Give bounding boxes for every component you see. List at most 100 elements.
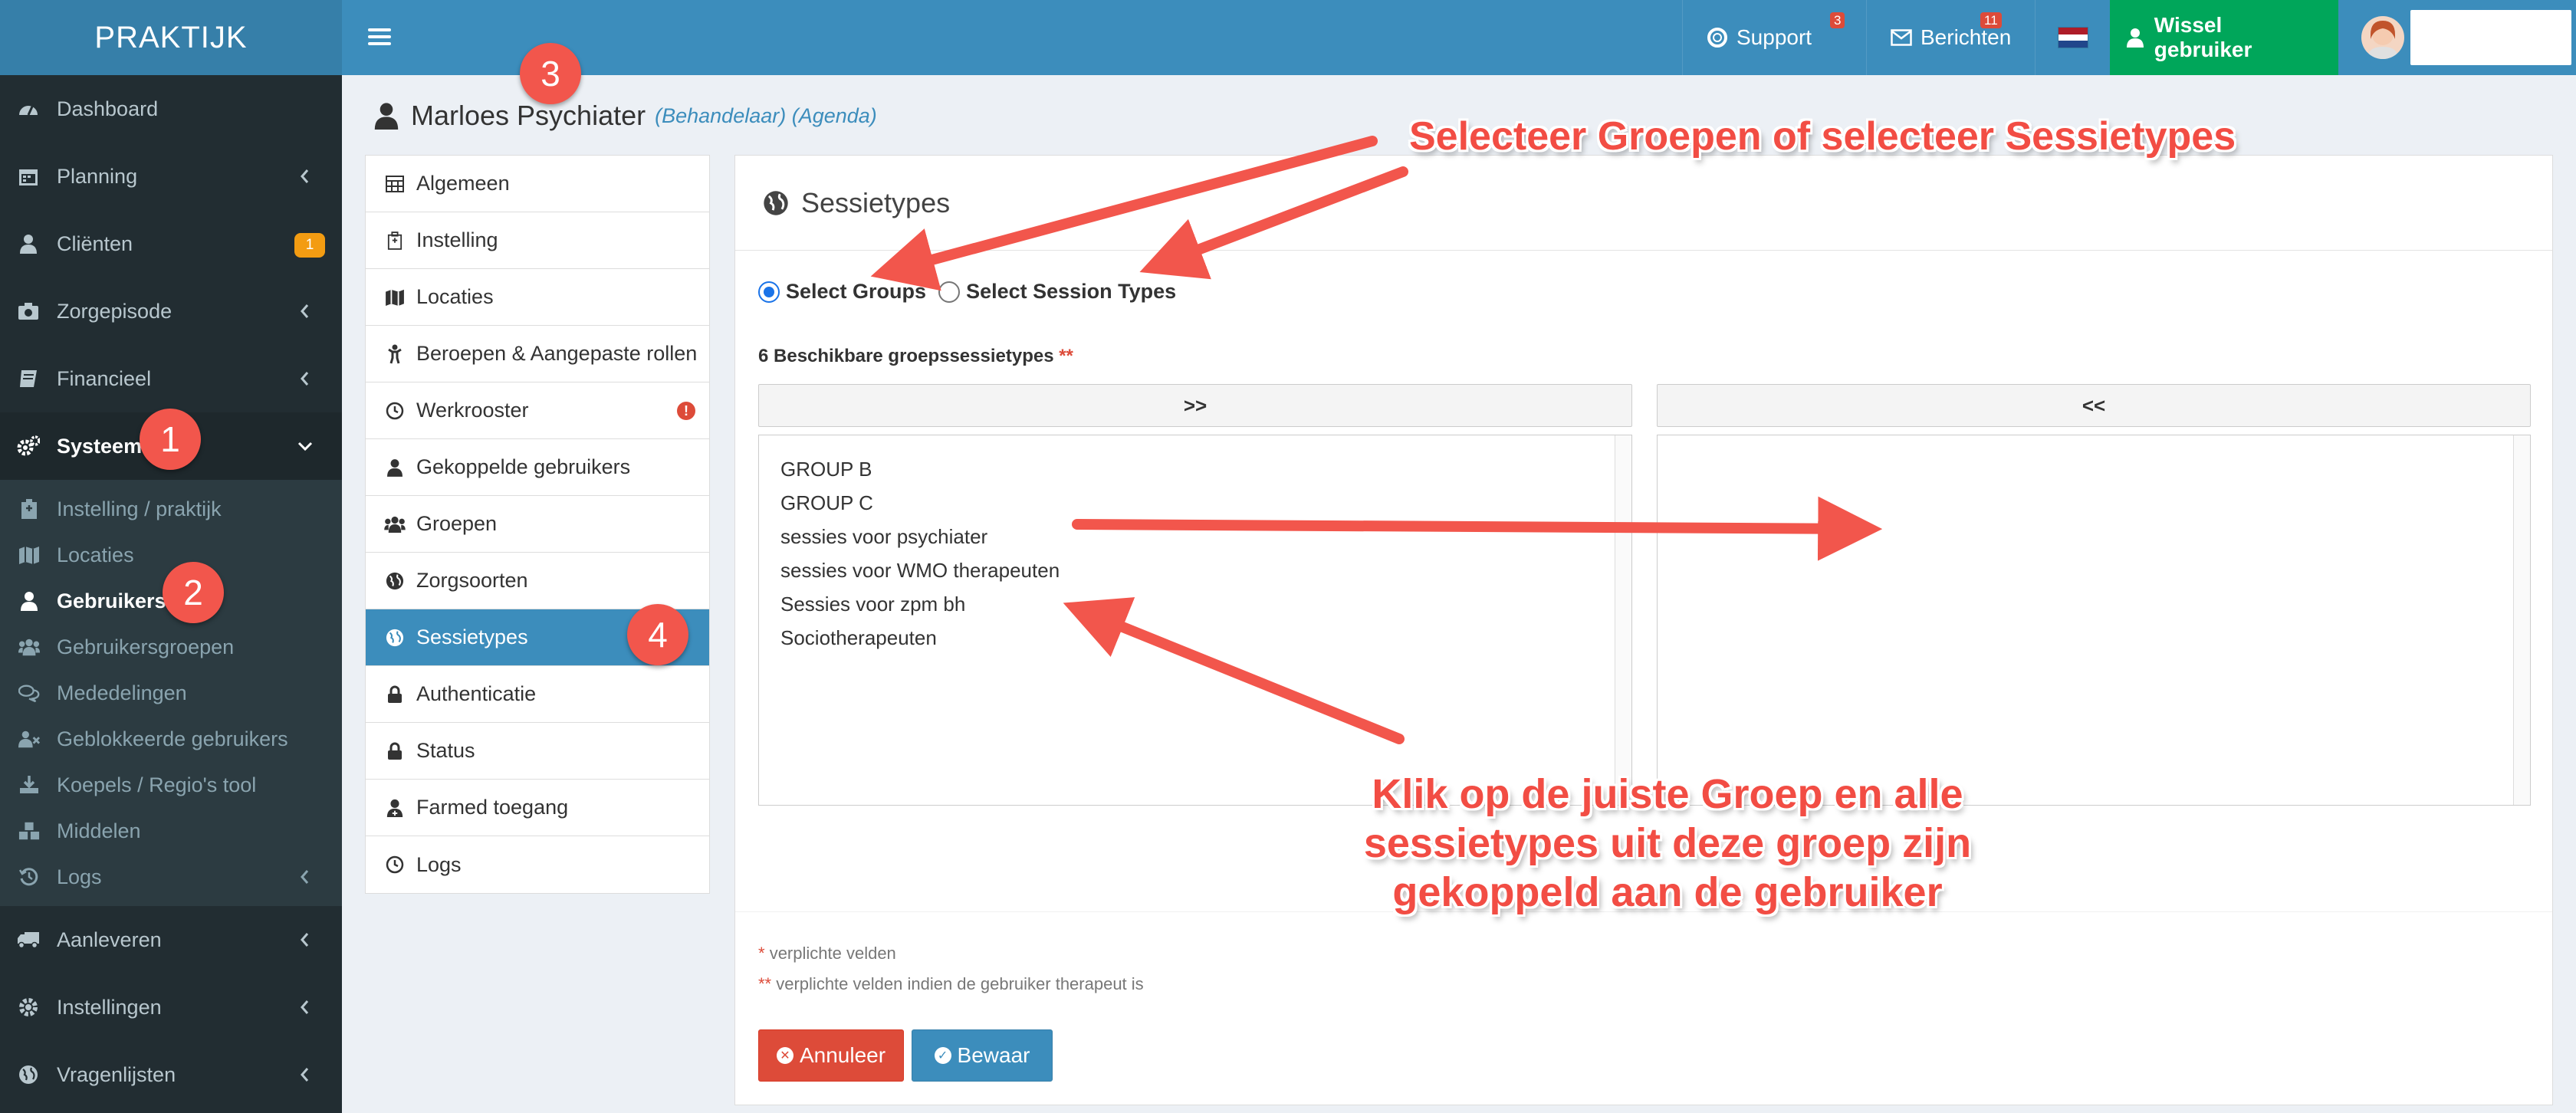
available-label: 6 Beschikbare groepssessietypes **	[758, 346, 1073, 367]
comments-icon	[18, 682, 40, 704]
messages-label: Berichten	[1921, 25, 2012, 49]
user-roles[interactable]: (Behandelaar) (Agenda)	[655, 104, 877, 128]
sidebar-item-label: Systeem	[57, 434, 143, 458]
cogs-icon	[17, 435, 40, 458]
life-ring-icon	[1706, 26, 1729, 49]
support-label: Support	[1737, 25, 1812, 49]
select-session-types-radio[interactable]	[938, 281, 961, 303]
select-groups-radio[interactable]	[758, 281, 780, 303]
child-icon	[384, 343, 406, 365]
sidebar-item-dashboard[interactable]: Dashboard	[0, 75, 342, 143]
sidebar-item-label: Planning	[57, 164, 138, 188]
cancel-button[interactable]: ✕ Annuleer	[758, 1029, 904, 1082]
list-scrollbar[interactable]	[1615, 435, 1631, 805]
nav-item-locaties[interactable]: Locaties	[366, 269, 709, 326]
panel-title-text: Sessietypes	[801, 186, 951, 218]
nav-item-authenticatie[interactable]: Authenticatie	[366, 666, 709, 723]
nav-item-logs[interactable]: Logs	[366, 836, 709, 893]
lock-icon	[384, 740, 406, 762]
sidebar-subitem-mededelingen[interactable]: Mededelingen	[0, 670, 342, 716]
nav-item-zorgsoorten[interactable]: Zorgsoorten	[366, 553, 709, 609]
chevron-left-icon	[301, 304, 309, 318]
nav-item-werkrooster[interactable]: Werkrooster !	[366, 382, 709, 439]
list-item[interactable]: Sociotherapeuten	[780, 621, 1631, 655]
sidebar-item-zorgepisode[interactable]: Zorgepisode	[0, 277, 342, 345]
hospital-icon	[18, 498, 40, 520]
user-menu[interactable]	[2338, 0, 2576, 75]
sidebar-subitem-logs[interactable]: Logs	[0, 854, 342, 900]
list-item[interactable]: sessies voor psychiater	[780, 520, 1631, 553]
sidebar-item-financieel[interactable]: Financieel	[0, 345, 342, 412]
step-marker-1: 1	[140, 409, 201, 470]
user-icon	[17, 232, 40, 255]
nav-item-groepen[interactable]: Groepen	[366, 496, 709, 553]
select-groups-label[interactable]: Select Groups	[786, 280, 926, 304]
nav-item-label: Locaties	[416, 285, 494, 308]
nav-item-gekoppelde-gebruikers[interactable]: Gekoppelde gebruikers	[366, 439, 709, 496]
menu-toggle-icon[interactable]	[365, 21, 394, 52]
support-menu[interactable]: Support 3	[1682, 0, 1866, 75]
sidebar-item-label: Locaties	[57, 543, 134, 566]
cog-icon	[17, 996, 40, 1019]
users-icon	[18, 636, 40, 658]
nav-item-instelling[interactable]: Instelling	[366, 212, 709, 269]
messages-badge: 11	[1980, 12, 2002, 28]
callout-click-group: Klik op de juiste Groep en alle sessiety…	[1363, 771, 1972, 915]
warning-icon: !	[677, 402, 695, 420]
globe-icon	[764, 190, 788, 215]
sidebar-subitem-geblokkeerde-gebruikers[interactable]: Geblokkeerde gebruikers	[0, 716, 342, 762]
sidebar-item-instellingen[interactable]: Instellingen	[0, 973, 342, 1041]
user-name: Marloes Psychiater	[411, 100, 646, 131]
sidebar-subitem-gebruikersgroepen[interactable]: Gebruikersgroepen	[0, 624, 342, 670]
book-icon	[17, 367, 40, 390]
nav-item-label: Logs	[416, 852, 462, 876]
sidebar-item-aanleveren[interactable]: Aanleveren	[0, 906, 342, 973]
user-times-icon	[18, 728, 40, 750]
list-item[interactable]: GROUP B	[780, 452, 1631, 486]
clock-icon	[384, 400, 406, 422]
sidebar-item-clienten[interactable]: Cliënten 1	[0, 210, 342, 277]
select-session-types-label[interactable]: Select Session Types	[966, 280, 1176, 304]
messages-menu[interactable]: Berichten 11	[1866, 0, 2035, 75]
sidebar-item-vragenlijsten[interactable]: Vragenlijsten	[0, 1041, 342, 1108]
nav-item-label: Authenticatie	[416, 682, 537, 705]
sidebar-item-planning[interactable]: Planning	[0, 143, 342, 210]
switch-user-button[interactable]: Wissel gebruiker	[2110, 0, 2338, 75]
sidebar-item-label: Koepels / Regio's tool	[57, 773, 257, 796]
sidebar-item-label: Financieel	[57, 366, 152, 390]
nav-item-beroepen[interactable]: Beroepen & Aangepaste rollen	[366, 326, 709, 382]
sidebar-item-label: Cliënten	[57, 231, 133, 255]
nav-item-label: Farmed toegang	[416, 796, 569, 819]
list-scrollbar[interactable]	[2513, 435, 2530, 805]
nav-item-label: Instelling	[416, 228, 498, 251]
move-right-button[interactable]: >>	[758, 384, 1632, 427]
save-button[interactable]: ✓ Bewaar	[912, 1029, 1053, 1082]
selected-list[interactable]	[1657, 435, 2531, 806]
sidebar-subitem-koepels[interactable]: Koepels / Regio's tool	[0, 762, 342, 808]
callout-select-mode: Selecteer Groepen of selecteer Sessietyp…	[1409, 114, 2236, 159]
nav-item-status[interactable]: Status	[366, 723, 709, 780]
app-logo[interactable]: PRAKTIJK	[0, 0, 342, 75]
list-item[interactable]: GROUP C	[780, 486, 1631, 520]
available-label-text: 6 Beschikbare groepssessietypes	[758, 346, 1054, 366]
available-list[interactable]: GROUP B GROUP C sessies voor psychiater …	[758, 435, 1632, 806]
nav-item-algemeen[interactable]: Algemeen	[366, 156, 709, 212]
list-item[interactable]: Sessies voor zpm bh	[780, 587, 1631, 621]
nav-item-label: Beroepen & Aangepaste rollen	[416, 342, 698, 365]
nav-item-farmed-toegang[interactable]: Farmed toegang	[366, 780, 709, 836]
sidebar-subitem-instelling[interactable]: Instelling / praktijk	[0, 486, 342, 532]
sidebar-subitem-middelen[interactable]: Middelen	[0, 808, 342, 854]
dutch-flag-icon	[2057, 27, 2088, 48]
map-icon	[384, 287, 406, 308]
chevron-left-icon	[301, 169, 309, 183]
sidebar-item-label: Aanleveren	[57, 927, 162, 951]
list-item[interactable]: sessies voor WMO therapeuten	[780, 553, 1631, 587]
nav-item-label: Status	[416, 739, 475, 762]
sidebar-item-label: Mededelingen	[57, 681, 187, 704]
sidebar-item-label: Instelling / praktijk	[57, 497, 222, 520]
chevron-left-icon	[301, 870, 309, 884]
clock-icon	[384, 854, 406, 875]
move-left-button[interactable]: <<	[1657, 384, 2531, 427]
language-selector[interactable]	[2035, 0, 2110, 75]
user-secret-icon	[2124, 26, 2147, 49]
